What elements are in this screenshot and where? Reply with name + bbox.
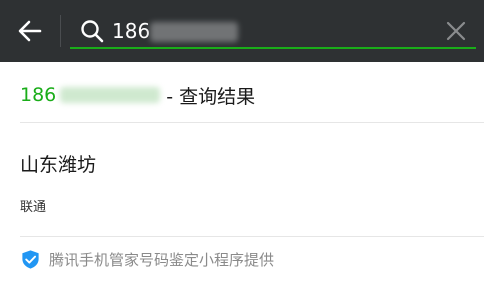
arrow-left-icon (18, 20, 42, 42)
provider-footer[interactable]: 腾讯手机管家号码鉴定小程序提供 (20, 247, 274, 271)
search-input-underline (70, 47, 476, 49)
redacted-number-blur (150, 22, 238, 42)
close-icon (446, 21, 466, 41)
provider-text: 腾讯手机管家号码鉴定小程序提供 (49, 250, 275, 269)
search-icon (81, 20, 104, 43)
result-title-suffix: - 查询结果 (166, 85, 256, 108)
result-title: 186 - 查询结果 (20, 80, 255, 110)
divider (20, 236, 484, 237)
redacted-number-blur (60, 87, 161, 103)
result-phone-number: 186 (20, 84, 57, 106)
back-button[interactable] (12, 15, 48, 47)
divider (20, 122, 484, 123)
clear-search-button[interactable] (442, 17, 470, 45)
phone-location: 山东潍坊 (20, 154, 97, 176)
search-header (0, 0, 484, 62)
header-divider (60, 15, 61, 47)
phone-carrier: 联通 (20, 200, 47, 215)
shield-check-icon (22, 249, 39, 269)
